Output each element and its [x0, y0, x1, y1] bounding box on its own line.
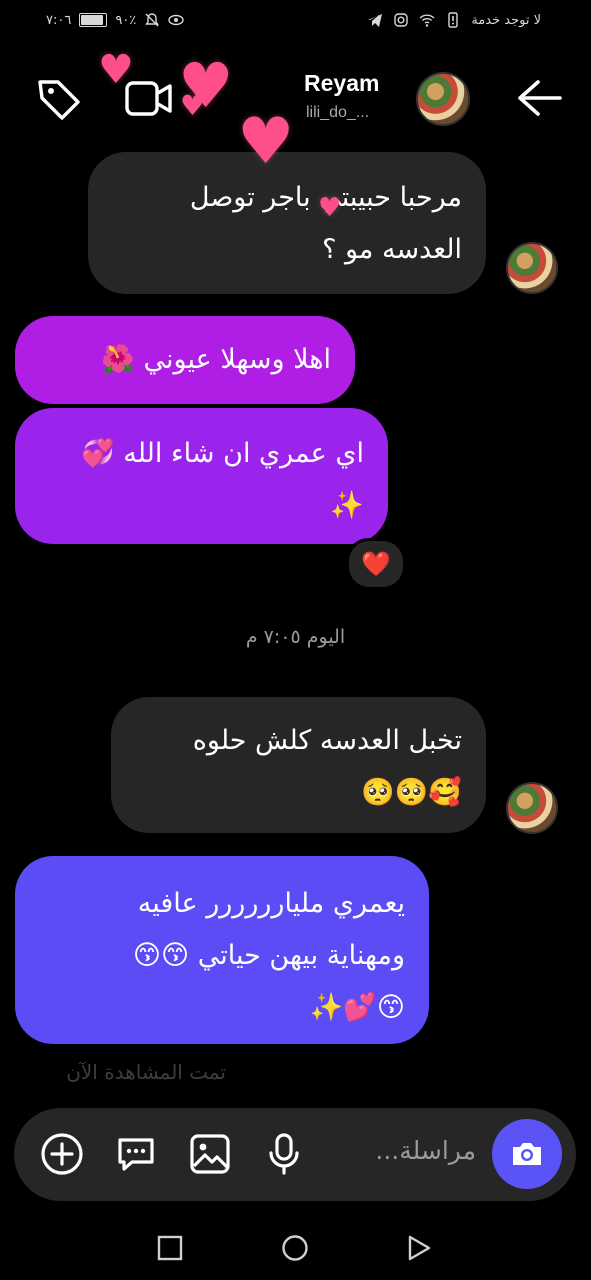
battery-icon [79, 13, 108, 27]
message-line: اهلا وسهلا عيوني 🌺 [101, 344, 331, 375]
alert-icon [448, 12, 459, 28]
floating-heart-icon: ♥ [98, 47, 134, 93]
instagram-icon [394, 13, 409, 27]
back-nav-icon[interactable] [406, 1234, 432, 1262]
tag-icon[interactable] [36, 76, 82, 122]
message-line: ✨ [330, 490, 364, 521]
message-bubble-incoming[interactable]: تخبل العدسه كلش حلوه 🥰🥺🥺 [111, 697, 486, 833]
camera-button[interactable] [492, 1119, 562, 1189]
contact-name[interactable]: Reyam [304, 70, 379, 97]
floating-heart-icon: ♥ [237, 105, 295, 179]
message-line: العدسه مو ؟ [322, 234, 462, 265]
message-line: مرحبا حبيبتي باجر توصل [189, 182, 462, 213]
status-time: ٧:٠٦ [46, 12, 72, 28]
message-line: اي عمري ان شاء الله 💞 [81, 438, 364, 469]
reaction-badge[interactable]: ❤️ [346, 538, 406, 590]
add-icon[interactable] [40, 1132, 84, 1176]
eye-icon [168, 14, 184, 26]
recents-icon[interactable] [157, 1235, 183, 1261]
microphone-icon[interactable] [262, 1132, 306, 1176]
message-input[interactable]: مراسلة... [375, 1136, 476, 1165]
message-bubble-outgoing[interactable]: اهلا وسهلا عيوني 🌺 [15, 316, 355, 404]
sticker-icon[interactable] [114, 1132, 158, 1176]
message-line: 😙💕✨ [309, 992, 405, 1023]
message-bubble-outgoing[interactable]: اي عمري ان شاء الله 💞 ✨ [15, 408, 388, 544]
battery-percentage: ٩٠٪ [115, 12, 137, 28]
seen-status: تمت المشاهدة الآن [66, 1060, 226, 1084]
message-composer: مراسلة... [14, 1108, 576, 1201]
message-bubble-outgoing[interactable]: يعمري مليارررررر عافيه ومهناية بيهن حيات… [15, 856, 429, 1044]
status-right: لا توجد خدمة [367, 12, 541, 28]
back-arrow-icon[interactable] [516, 78, 562, 118]
gallery-icon[interactable] [188, 1132, 232, 1176]
carrier-text: لا توجد خدمة [471, 12, 541, 28]
sender-avatar[interactable] [506, 242, 558, 294]
time-separator: اليوم ٧:٠٥ م [245, 626, 346, 648]
message-line: يعمري مليارررررر عافيه [137, 888, 405, 919]
contact-username[interactable]: lili_do_... [306, 104, 369, 122]
message-line: 🥰🥺🥺 [361, 777, 462, 808]
status-left: ٧:٠٦ ٩٠٪ [46, 12, 184, 28]
telegram-icon [368, 14, 383, 27]
floating-heart-icon: ♥ [180, 89, 206, 122]
message-line: ومهناية بيهن حياتي 😙😙 [132, 940, 405, 971]
floating-heart-icon: ♥ [318, 193, 342, 223]
message-line: تخبل العدسه كلش حلوه [192, 725, 462, 756]
system-nav-bar [0, 1228, 591, 1280]
contact-avatar[interactable] [416, 72, 470, 126]
wifi-icon [419, 14, 435, 27]
camera-icon [513, 1143, 541, 1165]
status-bar: ٧:٠٦ ٩٠٪ لا توجد خدمة [0, 0, 591, 44]
mute-icon [145, 13, 160, 27]
sender-avatar[interactable] [506, 782, 558, 834]
home-icon[interactable] [281, 1234, 309, 1262]
